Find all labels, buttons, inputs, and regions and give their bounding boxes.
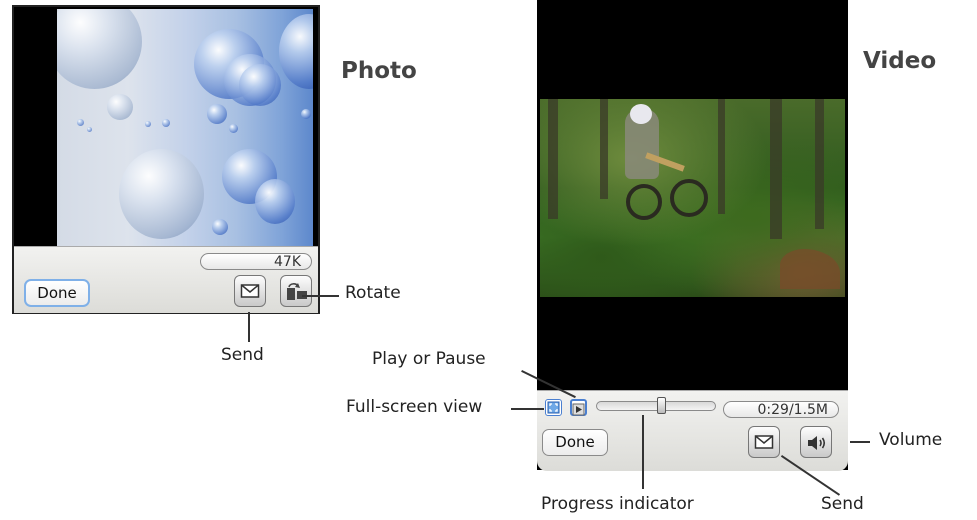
photo-heading: Photo [341, 58, 417, 84]
play-icon [572, 403, 585, 416]
time-and-size-field: 0:29/1.5M [723, 401, 839, 418]
fullscreen-icon [547, 401, 560, 414]
video-send-button[interactable] [748, 426, 780, 458]
play-pause-callout: Play or Pause [372, 349, 486, 369]
video-heading: Video [863, 48, 937, 74]
play-pause-button[interactable] [570, 399, 587, 416]
rotate-callout: Rotate [345, 283, 401, 303]
video-frame[interactable] [540, 99, 845, 297]
photo-viewer-screen: 47K Done [12, 5, 320, 314]
send-callout-video: Send [821, 494, 864, 514]
photo-toolbar: 47K Done [14, 246, 318, 313]
volume-button[interactable] [800, 426, 832, 458]
rotate-button[interactable] [280, 275, 312, 307]
photo-send-button[interactable] [234, 275, 266, 307]
video-done-button[interactable]: Done [542, 429, 608, 456]
speaker-icon [808, 436, 826, 450]
progress-track[interactable] [596, 401, 716, 411]
video-player-screen: 0:29/1.5M Done [537, 0, 848, 471]
volume-callout: Volume [879, 430, 943, 450]
fullscreen-callout: Full-screen view [346, 397, 483, 417]
envelope-icon [754, 435, 774, 449]
progress-indicator-callout: Progress indicator [541, 494, 694, 514]
envelope-icon [240, 284, 260, 298]
photo-image[interactable] [57, 9, 313, 246]
photo-done-button[interactable]: Done [24, 279, 90, 307]
progress-thumb[interactable] [657, 397, 667, 414]
file-size-field: 47K [200, 253, 312, 270]
fullscreen-button[interactable] [545, 399, 562, 416]
send-callout-photo: Send [221, 345, 264, 365]
rotate-icon [287, 283, 307, 300]
